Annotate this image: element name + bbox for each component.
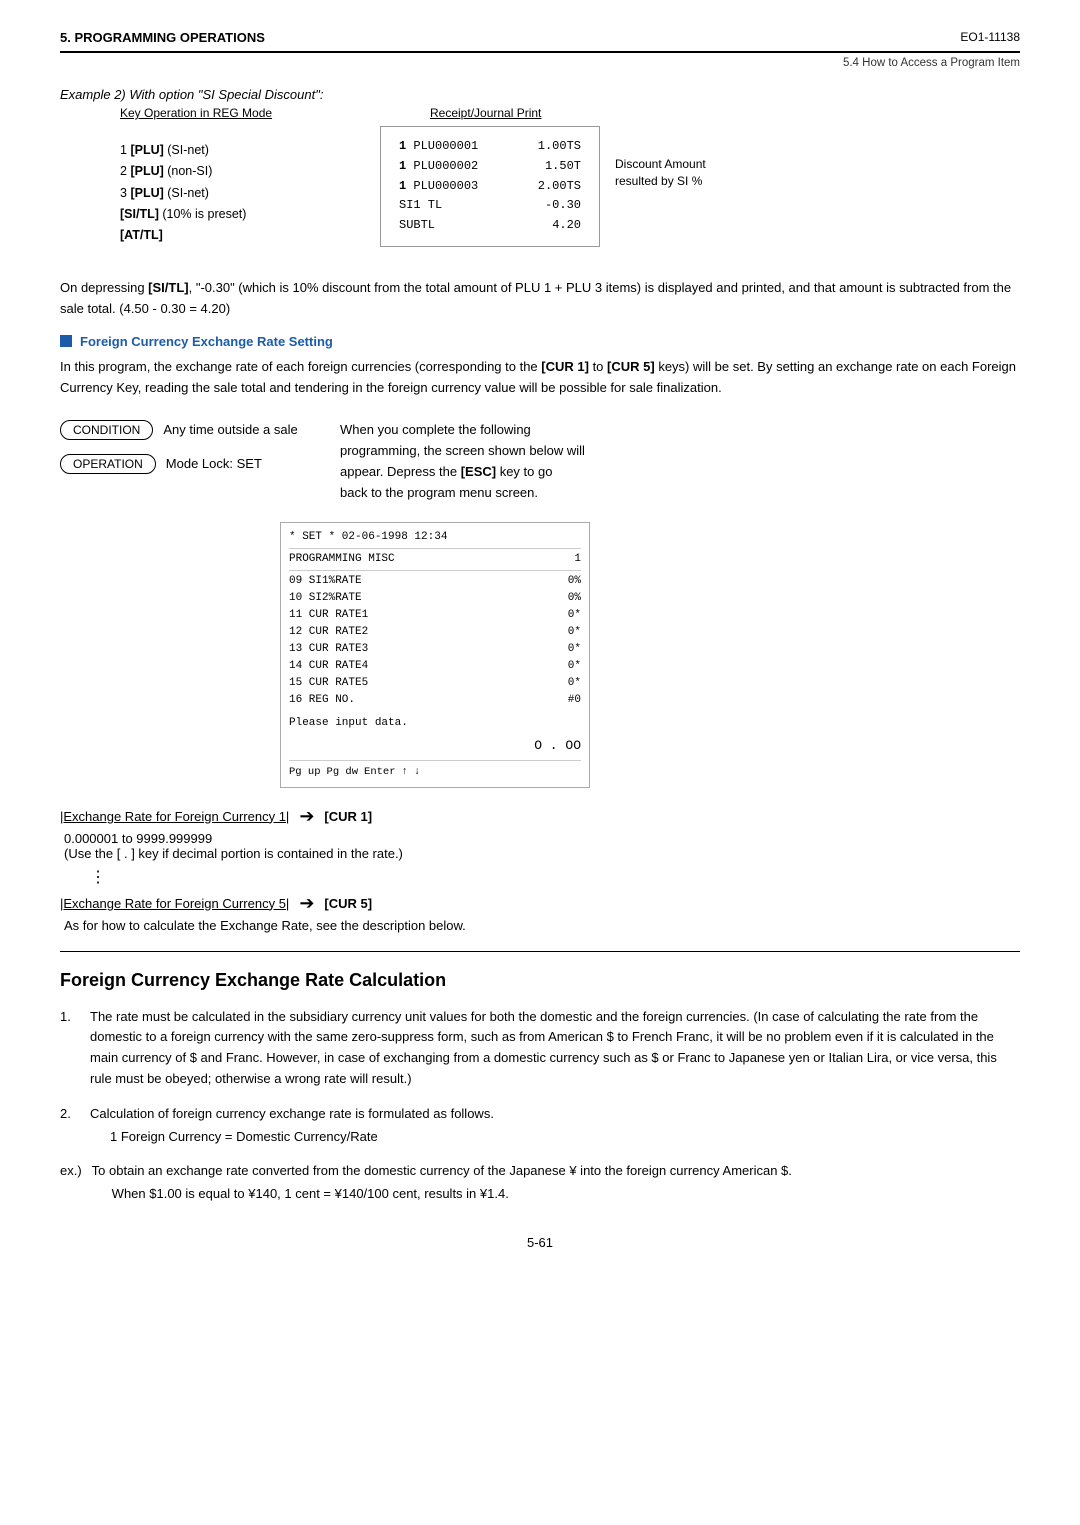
blue-square-icon (60, 335, 72, 347)
operation-text: Mode Lock: SET (166, 454, 262, 471)
exchange-rate-section: |Exchange Rate for Foreign Currency 1| ➔… (60, 806, 1020, 861)
footer-up: ↑ (402, 764, 408, 780)
sub-header: 5.4 How to Access a Program Item (60, 57, 1020, 69)
list-content-1: The rate must be calculated in the subsi… (90, 1007, 1020, 1090)
key-op-line-3: 3 [PLU] (SI-net) (120, 183, 380, 204)
receipt-line-1: 1 PLU0000011.00TS (399, 137, 581, 157)
screen-tabs: PROGRAMMING MISC (289, 551, 395, 568)
receipt-line-3: 1 PLU0000032.00TS (399, 177, 581, 197)
list-item-ex-sub: When $1.00 is equal to ¥140, 1 cent = ¥1… (92, 1184, 1020, 1205)
receipt-line-2: 1 PLU0000021.50T (399, 157, 581, 177)
list-num-2: 2. (60, 1104, 80, 1148)
list-item-2: 2. Calculation of foreign currency excha… (60, 1104, 1020, 1148)
page-header: 5. PROGRAMMING OPERATIONS EO1-11138 (60, 30, 1020, 53)
screen-lines: 09 SI1%RATE0% 10 SI2%RATE0% 11 CUR RATE1… (289, 573, 581, 709)
col-receipt-label: Receipt/Journal Print (370, 106, 541, 120)
exchange-rate-5-row: |Exchange Rate for Foreign Currency 5| ➔… (60, 893, 1020, 914)
footer-pgdw: Pg dw (327, 764, 359, 780)
list-item-2-sub: 1 Foreign Currency = Domestic Currency/R… (90, 1127, 1020, 1148)
right-desc-line2: programming, the screen shown below will (340, 441, 585, 462)
screen-line-6: 14 CUR RATE40* (289, 658, 581, 675)
numbered-list: 1. The rate must be calculated in the su… (60, 1007, 1020, 1205)
key-op-line-1: 1 [PLU] (SI-net) (120, 140, 380, 161)
exchange-rate-5-section: |Exchange Rate for Foreign Currency 5| ➔… (60, 893, 1020, 933)
receipt-line-5: SUBTL4.20 (399, 216, 581, 236)
screen-line-8: 16 REG NO.#0 (289, 692, 581, 709)
doc-number: EO1-11138 (960, 30, 1020, 44)
screen-prompt: Please input data. (289, 715, 581, 732)
screen-line-3: 11 CUR RATE10* (289, 607, 581, 624)
condition-badge: CONDITION (60, 420, 153, 440)
main-heading: Foreign Currency Exchange Rate Calculati… (60, 970, 1020, 991)
exchange-rate-5-label: |Exchange Rate for Foreign Currency 5| (60, 896, 289, 911)
list-item-1: 1. The rate must be calculated in the su… (60, 1007, 1020, 1090)
discount-note-line2: resulted by SI % (615, 173, 770, 190)
operation-row: OPERATION Mode Lock: SET (60, 454, 320, 474)
exchange-rate-5-note: As for how to calculate the Exchange Rat… (60, 918, 1020, 933)
col-key-op-label: Key Operation in REG Mode (60, 106, 370, 120)
footer-pgup: Pg up (289, 764, 321, 780)
screen-line-4: 12 CUR RATE20* (289, 624, 581, 641)
section-heading-text: Foreign Currency Exchange Rate Setting (80, 334, 333, 349)
screen-footer: Pg up Pg dw Enter ↑ ↓ (289, 760, 581, 780)
receipt-box: 1 PLU0000011.00TS 1 PLU0000021.50T 1 PLU… (380, 126, 600, 247)
right-desc-line1: When you complete the following (340, 420, 585, 441)
screen-header-text: * SET * 02-06-1998 12:34 (289, 529, 447, 546)
section-body: In this program, the exchange rate of ea… (60, 357, 1020, 399)
screen-line-7: 15 CUR RATE50* (289, 675, 581, 692)
section-title: 5. PROGRAMMING OPERATIONS (60, 30, 265, 45)
receipt-line-4: SI1 TL-0.30 (399, 196, 581, 216)
screen-header-line: * SET * 02-06-1998 12:34 (289, 529, 581, 549)
screen-line-5: 13 CUR RATE30* (289, 641, 581, 658)
right-description: When you complete the following programm… (340, 420, 585, 503)
screen-amount: O . OO (289, 736, 581, 756)
section-heading: Foreign Currency Exchange Rate Setting (60, 334, 1020, 349)
list-content-ex: To obtain an exchange rate converted fro… (92, 1161, 1020, 1205)
key-op-line-2: 2 [PLU] (non-SI) (120, 161, 380, 182)
right-desc-line4: back to the program menu screen. (340, 483, 585, 504)
discount-note: Discount Amount resulted by SI % (615, 156, 770, 190)
condition-row: CONDITION Any time outside a sale (60, 420, 320, 440)
exchange-rate-1-range: 0.000001 to 9999.999999 (60, 831, 1020, 846)
cur-5-label: [CUR 5] (324, 896, 372, 911)
arrow-icon-1: ➔ (299, 806, 314, 827)
key-op-line-5: [AT/TL] (120, 225, 380, 246)
exchange-rate-1-row: |Exchange Rate for Foreign Currency 1| ➔… (60, 806, 1020, 827)
key-op-line-4: [SI/TL] (10% is preset) (120, 204, 380, 225)
condition-text: Any time outside a sale (163, 420, 297, 437)
footer-enter: Enter (364, 764, 396, 780)
ellipsis: ⋮ (90, 867, 1020, 887)
cur-1-label: [CUR 1] (324, 809, 372, 824)
divider (60, 951, 1020, 952)
right-desc-line3: appear. Depress the [ESC] key to go (340, 462, 585, 483)
list-content-2: Calculation of foreign currency exchange… (90, 1104, 1020, 1148)
screen-tab-indicator: 1 (574, 551, 581, 568)
screen-mockup: * SET * 02-06-1998 12:34 PROGRAMMING MIS… (280, 522, 590, 788)
exchange-rate-1-label: |Exchange Rate for Foreign Currency 1| (60, 809, 289, 824)
screen-tabs-row: PROGRAMMING MISC 1 (289, 551, 581, 571)
arrow-icon-5: ➔ (299, 893, 314, 914)
discount-note-line1: Discount Amount (615, 156, 770, 173)
example-box: 1 [PLU] (SI-net) 2 [PLU] (non-SI) 3 [PLU… (60, 126, 1020, 260)
screen-line-1: 09 SI1%RATE0% (289, 573, 581, 590)
list-num-1: 1. (60, 1007, 80, 1090)
para1: On depressing [SI/TL], "-0.30" (which is… (60, 278, 1020, 320)
columns-header: Key Operation in REG Mode Receipt/Journa… (60, 106, 1020, 120)
list-num-ex: ex.) (60, 1161, 82, 1205)
condition-op-area: CONDITION Any time outside a sale OPERAT… (60, 416, 1020, 503)
list-item-ex: ex.) To obtain an exchange rate converte… (60, 1161, 1020, 1205)
cond-op-labels: CONDITION Any time outside a sale OPERAT… (60, 420, 320, 474)
sub-header-text: 5.4 How to Access a Program Item (843, 57, 1020, 69)
footer-down: ↓ (414, 764, 420, 780)
screen-line-2: 10 SI2%RATE0% (289, 590, 581, 607)
operation-badge: OPERATION (60, 454, 156, 474)
example-title: Example 2) With option "SI Special Disco… (60, 87, 1020, 102)
page-number: 5-61 (60, 1235, 1020, 1250)
key-op-column: 1 [PLU] (SI-net) 2 [PLU] (non-SI) 3 [PLU… (60, 126, 380, 260)
exchange-rate-1-note: (Use the [ . ] key if decimal portion is… (60, 846, 1020, 861)
